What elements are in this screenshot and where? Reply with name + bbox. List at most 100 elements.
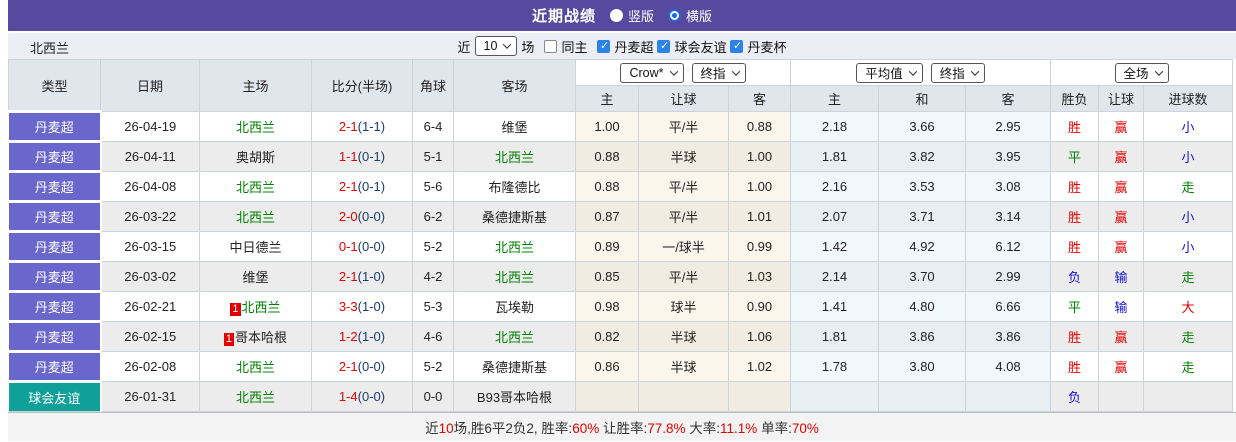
col-header-goals: 进球数 bbox=[1143, 85, 1234, 112]
cell-ah-away-odds: 0.99 bbox=[727, 231, 792, 262]
matches-label: 场 bbox=[521, 39, 535, 55]
recent-label: 近 bbox=[457, 39, 471, 55]
summary-bar: 近10场,胜6平2负2, 胜率:60% 让胜率:77.8% 大率:11.1% 单… bbox=[8, 412, 1236, 441]
cell-home-team: 北西兰 bbox=[199, 381, 312, 412]
cell-ah-away-odds: 1.03 bbox=[727, 261, 792, 292]
cell-away-team: 北西兰 bbox=[453, 141, 576, 172]
cell-ah-home-odds: 0.98 bbox=[575, 291, 639, 322]
halftime-score: (0-0) bbox=[357, 209, 386, 224]
cell-score: 2-1(1-1) bbox=[311, 111, 413, 142]
fulltime-score: 2-0 bbox=[338, 209, 358, 224]
halftime-score: (0-1) bbox=[357, 149, 386, 164]
cell-score: 2-1(1-0) bbox=[311, 261, 413, 292]
fulltime-score: 2-1 bbox=[338, 269, 358, 284]
scope-select[interactable]: 全场 bbox=[1114, 62, 1169, 83]
cell-result: 平 bbox=[1050, 291, 1100, 322]
cell-goals-result: 小 bbox=[1143, 201, 1234, 232]
cell-result: 胜 bbox=[1050, 171, 1100, 202]
cell-eu-away-odds: 4.08 bbox=[965, 351, 1052, 382]
halftime-score: (1-0) bbox=[357, 329, 386, 344]
cell-away-team: 北西兰 bbox=[453, 321, 576, 352]
home-team-name: 奥胡斯 bbox=[235, 150, 275, 165]
cell-result: 负 bbox=[1050, 261, 1100, 292]
table-row: 丹麦超 26-04-11 奥胡斯 1-1(0-1) 5-1 北西兰 0.88 半球 1.00 1.… bbox=[8, 140, 1234, 172]
cell-ah-home-odds: 0.82 bbox=[575, 321, 639, 352]
halftime-score: (1-0) bbox=[357, 269, 386, 284]
cell-eu-away-odds: 6.66 bbox=[965, 291, 1052, 322]
cell-ah-line: 一/球半 bbox=[638, 231, 729, 262]
handicap-time-select[interactable]: 终指 bbox=[691, 62, 746, 83]
home-team-name: 北西兰 bbox=[241, 300, 281, 315]
cell-eu-away-odds: 3.14 bbox=[965, 201, 1052, 232]
halftime-score: (0-1) bbox=[357, 179, 386, 194]
away-team-name: 北西兰 bbox=[494, 270, 534, 285]
cell-handicap-result: 赢 bbox=[1098, 171, 1145, 202]
halftime-score: (0-0) bbox=[357, 389, 386, 404]
summary-value: 10 bbox=[438, 421, 454, 436]
layout-radio-vertical[interactable]: 竖版 bbox=[609, 6, 654, 25]
fulltime-score: 2-1 bbox=[338, 359, 358, 374]
cell-corner: 5-1 bbox=[412, 141, 454, 172]
cell-competition: 丹麦超 bbox=[8, 350, 102, 382]
cell-date: 26-04-11 bbox=[100, 141, 200, 172]
cell-eu-home-odds bbox=[790, 381, 880, 412]
same-home-checkbox[interactable] bbox=[544, 39, 558, 53]
cell-away-team: 维堡 bbox=[453, 111, 576, 142]
cell-ah-line: 平/半 bbox=[638, 201, 729, 232]
cell-eu-draw-odds: 3.66 bbox=[878, 111, 967, 142]
away-team-name: 北西兰 bbox=[494, 150, 534, 165]
filter-bar: 北西兰 近 10 场 同主 丹麦超 球会友谊 丹麦杯 bbox=[8, 33, 1236, 59]
cell-competition: 丹麦超 bbox=[8, 200, 102, 232]
handicap-source-select[interactable]: Crow* bbox=[620, 62, 684, 83]
recent-count-select[interactable]: 10 bbox=[474, 36, 518, 56]
cell-eu-draw-odds: 4.92 bbox=[878, 231, 967, 262]
cell-corner: 5-2 bbox=[412, 351, 454, 382]
cell-score: 2-1(0-0) bbox=[311, 351, 413, 382]
cell-corner: 6-4 bbox=[412, 111, 454, 142]
col-header-result: 胜负 bbox=[1050, 85, 1100, 112]
cell-home-team: 北西兰 bbox=[199, 351, 312, 382]
cell-eu-away-odds: 6.12 bbox=[965, 231, 1052, 262]
cell-away-team: 瓦埃勒 bbox=[453, 291, 576, 322]
cell-ah-home-odds: 0.87 bbox=[575, 201, 639, 232]
cell-eu-draw-odds: 3.71 bbox=[878, 201, 967, 232]
cell-competition: 丹麦超 bbox=[8, 260, 102, 292]
cell-date: 26-03-02 bbox=[100, 261, 200, 292]
cell-handicap-result: 输 bbox=[1098, 291, 1145, 322]
cell-result: 胜 bbox=[1050, 201, 1100, 232]
filter-friendly-checkbox[interactable] bbox=[657, 39, 671, 53]
cell-home-team: 1 哥本哈根 bbox=[199, 321, 312, 352]
radio-unselected-icon[interactable] bbox=[609, 9, 623, 22]
cell-handicap-result: 输 bbox=[1098, 261, 1145, 292]
filter-cup-checkbox[interactable] bbox=[730, 39, 744, 53]
cell-eu-draw-odds: 3.70 bbox=[878, 261, 967, 292]
fulltime-score: 2-1 bbox=[338, 119, 358, 134]
col-header-eu-home: 主 bbox=[790, 85, 880, 112]
europe-source-select[interactable]: 平均值 bbox=[856, 62, 923, 83]
summary-value: 60% bbox=[572, 421, 600, 436]
cell-eu-draw-odds: 4.80 bbox=[878, 291, 967, 322]
cell-score: 3-3(1-0) bbox=[311, 291, 413, 322]
cell-eu-home-odds: 2.18 bbox=[790, 111, 880, 142]
fulltime-score: 0-1 bbox=[338, 239, 358, 254]
cell-eu-home-odds: 2.07 bbox=[790, 201, 880, 232]
summary-value: 77.8% bbox=[647, 421, 686, 436]
cell-corner: 5-3 bbox=[412, 291, 454, 322]
filter-league-checkbox[interactable] bbox=[597, 39, 611, 53]
cell-eu-home-odds: 1.41 bbox=[790, 291, 880, 322]
chevron-down-icon bbox=[731, 66, 740, 76]
summary-value: 11.1% bbox=[720, 421, 758, 436]
cell-ah-home-odds: 0.86 bbox=[575, 351, 639, 382]
table-row: 丹麦超 26-02-21 1 北西兰 3-3(1-0) 5-3 瓦埃勒 0.98 球半 0.90 1… bbox=[8, 290, 1234, 322]
cell-away-team: B93哥本哈根 bbox=[453, 381, 576, 412]
layout-radio-horizontal[interactable]: 横版 bbox=[668, 6, 712, 25]
radio-selected-icon[interactable] bbox=[668, 9, 681, 22]
cell-home-team: 北西兰 bbox=[199, 201, 312, 232]
cell-eu-draw-odds bbox=[878, 381, 967, 412]
cell-away-team: 桑德捷斯基 bbox=[453, 201, 576, 232]
cell-goals-result: 小 bbox=[1143, 111, 1234, 142]
cell-ah-line bbox=[638, 381, 729, 412]
cell-ah-line: 平/半 bbox=[638, 171, 729, 202]
chevron-down-icon bbox=[970, 66, 980, 76]
europe-time-select[interactable]: 终指 bbox=[930, 62, 985, 83]
